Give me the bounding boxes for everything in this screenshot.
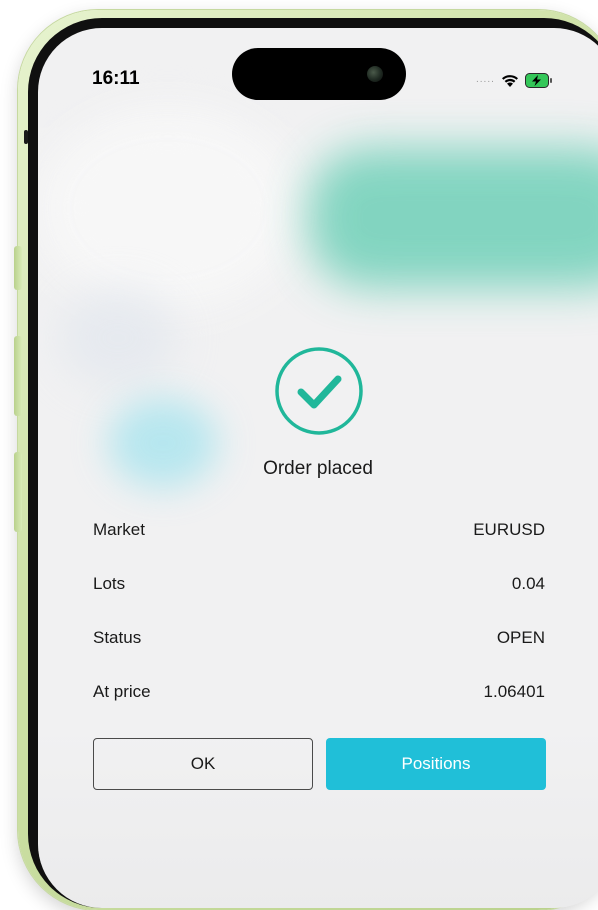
detail-label: At price	[93, 682, 151, 701]
detail-value: 1.06401	[483, 682, 545, 701]
phone-volume-down-button	[14, 452, 22, 532]
detail-row-lots: Lots 0.04	[93, 574, 545, 598]
detail-label: Status	[93, 628, 142, 647]
ok-button[interactable]: OK	[93, 738, 313, 790]
detail-label: Lots	[93, 574, 126, 593]
detail-row-status: Status OPEN	[93, 628, 545, 652]
detail-label: Market	[93, 520, 145, 539]
background-blur	[38, 108, 298, 308]
background-blur	[58, 288, 178, 388]
phone-mute-switch	[14, 246, 22, 290]
cellular-signal-icon: .....	[476, 74, 495, 85]
detail-value: 0.04	[511, 574, 545, 593]
positions-button[interactable]: Positions	[326, 738, 546, 790]
camera-icon	[367, 66, 383, 82]
detail-row-market: Market EURUSD	[93, 520, 545, 544]
dynamic-island	[232, 48, 406, 100]
battery-charging-icon	[524, 72, 553, 88]
detail-value: EURUSD	[473, 520, 545, 539]
status-time: 16:11	[92, 68, 140, 89]
detail-value: OPEN	[496, 628, 545, 647]
phone-volume-up-button	[14, 336, 22, 416]
background-blur	[308, 148, 598, 288]
confirmation-title: Order placed	[263, 458, 373, 479]
detail-row-price: At price 1.06401	[93, 682, 545, 706]
phone-screen: 16:11 ..... Order placed Market EURUSD L…	[38, 28, 598, 908]
checkmark-circle-icon	[274, 346, 364, 436]
status-icons: .....	[476, 70, 553, 90]
wifi-icon	[500, 73, 520, 88]
